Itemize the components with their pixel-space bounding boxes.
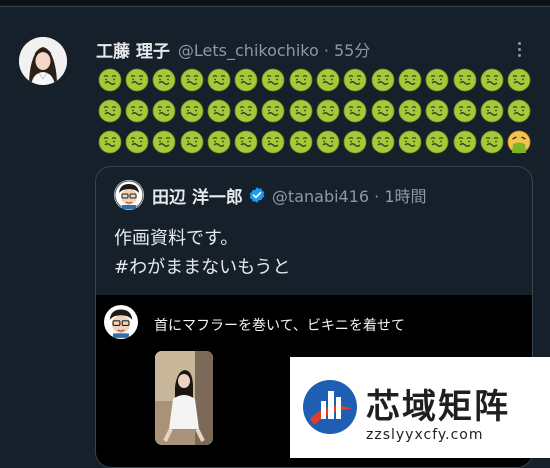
nauseated-face-icon xyxy=(369,66,396,93)
nauseated-face-icon xyxy=(205,128,232,155)
nauseated-face-icon xyxy=(232,128,259,155)
verified-badge-icon xyxy=(249,187,265,203)
nauseated-face-icon xyxy=(478,66,505,93)
nauseated-face-icon xyxy=(151,66,178,93)
nauseated-face-icon xyxy=(287,128,314,155)
nauseated-face-icon xyxy=(314,128,341,155)
reference-photo[interactable] xyxy=(155,351,213,445)
tweet-emoji-text xyxy=(96,66,536,159)
nauseated-face-icon xyxy=(151,97,178,124)
media-author-avatar xyxy=(104,305,138,339)
emoji-row xyxy=(96,66,536,97)
nauseated-face-icon xyxy=(123,66,150,93)
nauseated-face-icon xyxy=(478,97,505,124)
nauseated-face-icon xyxy=(260,128,287,155)
nauseated-face-icon xyxy=(505,97,532,124)
nauseated-face-icon xyxy=(178,66,205,93)
nauseated-face-icon xyxy=(123,128,150,155)
nauseated-face-icon xyxy=(314,66,341,93)
nauseated-face-icon xyxy=(260,66,287,93)
quoted-author-handle-time[interactable]: @tanabi416 · 1時間 xyxy=(272,183,427,207)
nauseated-face-icon xyxy=(178,128,205,155)
watermark-title: 芯域矩阵 xyxy=(366,387,510,427)
quoted-author-avatar[interactable] xyxy=(114,180,144,210)
nauseated-face-icon xyxy=(314,97,341,124)
nauseated-face-icon xyxy=(123,97,150,124)
watermark-overlay: 芯域矩阵 zzslyyxcfy.com xyxy=(290,357,550,458)
nauseated-face-icon xyxy=(178,97,205,124)
author-avatar-image xyxy=(19,37,67,85)
nauseated-face-icon xyxy=(369,128,396,155)
more-options-icon[interactable] xyxy=(509,38,529,60)
nauseated-face-icon xyxy=(424,66,451,93)
nauseated-face-icon xyxy=(205,97,232,124)
nauseated-face-icon xyxy=(232,66,259,93)
nauseated-face-icon xyxy=(396,66,423,93)
emoji-row xyxy=(96,128,536,159)
nauseated-face-icon xyxy=(451,128,478,155)
quoted-author-name[interactable]: 田辺 洋一郎 xyxy=(152,183,243,208)
nauseated-face-icon xyxy=(478,128,505,155)
nauseated-face-icon xyxy=(396,97,423,124)
nauseated-face-icon xyxy=(287,97,314,124)
nauseated-face-icon xyxy=(232,97,259,124)
nauseated-face-icon xyxy=(151,128,178,155)
tweet-divider xyxy=(0,6,550,7)
media-caption: 首にマフラーを巻いて、ビキニを着せて xyxy=(154,318,405,334)
nauseated-face-icon xyxy=(451,97,478,124)
nauseated-face-icon xyxy=(342,128,369,155)
watermark-url: zzslyyxcfy.com xyxy=(366,427,484,443)
nauseated-face-icon xyxy=(342,97,369,124)
quoted-text-line: 作画資料です。 xyxy=(114,228,239,249)
author-avatar[interactable] xyxy=(19,37,67,85)
tweet-header: 工藤 理子 @Lets_chikochiko · 55分 xyxy=(96,36,370,62)
vomiting-face-icon xyxy=(505,128,532,155)
nauseated-face-icon xyxy=(342,66,369,93)
nauseated-face-icon xyxy=(396,128,423,155)
nauseated-face-icon xyxy=(424,97,451,124)
quoted-tweet-header: 田辺 洋一郎 @tanabi416 · 1時間 xyxy=(114,179,427,211)
nauseated-face-icon xyxy=(505,66,532,93)
author-name[interactable]: 工藤 理子 xyxy=(96,37,170,62)
nauseated-face-icon xyxy=(205,66,232,93)
nauseated-face-icon xyxy=(369,97,396,124)
nauseated-face-icon xyxy=(96,97,123,124)
hashtag-link[interactable]: #わがままないもうと xyxy=(114,253,291,282)
nauseated-face-icon xyxy=(451,66,478,93)
author-handle-time[interactable]: @Lets_chikochiko · 55分 xyxy=(178,37,370,61)
quoted-tweet-text: 作画資料です。 #わがままないもうと xyxy=(114,224,291,282)
nauseated-face-icon xyxy=(287,66,314,93)
nauseated-face-icon xyxy=(96,66,123,93)
watermark-logo-icon xyxy=(303,380,357,434)
top-bar xyxy=(0,0,550,5)
nauseated-face-icon xyxy=(96,128,123,155)
nauseated-face-icon xyxy=(260,97,287,124)
emoji-row xyxy=(96,97,536,128)
nauseated-face-icon xyxy=(424,128,451,155)
